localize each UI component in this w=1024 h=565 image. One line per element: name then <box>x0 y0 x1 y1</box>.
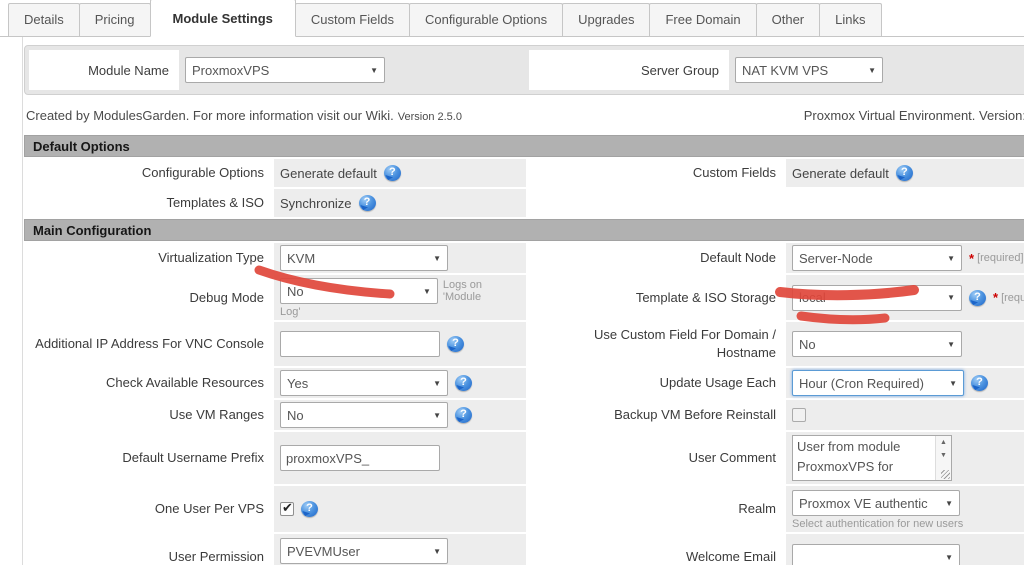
virtualization-type-label: Virtualization Type <box>24 243 272 273</box>
dropdown-arrow-icon: ▼ <box>947 293 955 302</box>
username-prefix-label: Default Username Prefix <box>24 432 272 484</box>
generate-default-link[interactable]: Generate default <box>280 166 377 181</box>
scroll-up-icon[interactable]: ▲ <box>936 436 951 449</box>
dropdown-arrow-icon: ▼ <box>947 339 955 349</box>
help-icon[interactable] <box>895 165 913 181</box>
textarea-scrollbar[interactable]: ▲ ▼ <box>935 436 951 480</box>
generate-default-link[interactable]: Generate default <box>792 166 889 181</box>
configurable-options-label: Configurable Options <box>24 159 272 187</box>
template-iso-storage-select[interactable]: local ▼ <box>792 284 962 311</box>
help-icon[interactable] <box>447 336 464 352</box>
realm-select[interactable]: Proxmox VE authentic ▼ <box>792 490 960 516</box>
template-iso-storage-label: Template & ISO Storage <box>528 275 784 320</box>
required-text: [required] <box>977 252 1024 264</box>
user-permission-label: User Permission <box>24 534 272 565</box>
required-asterisk: * <box>993 290 999 305</box>
dropdown-arrow-icon: ▼ <box>370 65 378 75</box>
dropdown-arrow-icon: ▼ <box>947 253 955 263</box>
module-version: Version 2.5.0 <box>397 111 462 123</box>
virtualization-type-select[interactable]: KVM ▼ <box>280 245 448 271</box>
help-icon[interactable] <box>971 375 988 391</box>
debug-mode-note: Log' <box>280 306 301 318</box>
tab-configurable-options[interactable]: Configurable Options <box>408 3 564 36</box>
proxmox-version-text: Proxmox Virtual Environment. Version: <box>803 108 1024 123</box>
check-resources-select[interactable]: Yes ▼ <box>280 370 448 396</box>
tab-upgrades[interactable]: Upgrades <box>562 3 651 36</box>
custom-field-domain-select[interactable]: No ▼ <box>792 331 962 357</box>
username-prefix-input[interactable] <box>280 445 440 471</box>
user-comment-label: User Comment <box>528 432 784 484</box>
tab-links[interactable]: Links <box>819 3 882 36</box>
help-icon[interactable] <box>383 165 401 181</box>
one-user-per-vps-checkbox[interactable] <box>280 500 294 516</box>
dropdown-arrow-icon: ▼ <box>422 286 431 296</box>
check-resources-label: Check Available Resources <box>24 368 272 398</box>
backup-before-reinstall-label: Backup VM Before Reinstall <box>528 400 784 430</box>
synchronize-link[interactable]: Synchronize <box>280 196 352 211</box>
custom-fields-label: Custom Fields <box>528 159 784 187</box>
dropdown-arrow-icon: ▼ <box>433 410 441 420</box>
tab-other[interactable]: Other <box>755 3 821 36</box>
server-group-select[interactable]: NAT KVM VPS ▼ <box>735 57 883 83</box>
backup-before-reinstall-checkbox[interactable] <box>792 408 806 422</box>
resize-grip-icon[interactable] <box>941 470 950 479</box>
section-default-options: Default Options <box>24 135 1024 157</box>
realm-label: Realm <box>528 486 784 532</box>
vnc-ip-input[interactable] <box>280 331 440 357</box>
welcome-email-label: Welcome Email <box>528 534 784 565</box>
one-user-per-vps-label: One User Per VPS <box>24 486 272 532</box>
server-group-label: Server Group <box>529 50 729 90</box>
debug-mode-note: Logs on 'Module <box>442 279 483 303</box>
realm-helper-text: Select authentication for new users <box>792 518 964 530</box>
templates-iso-label: Templates & ISO <box>24 189 272 217</box>
update-usage-label: Update Usage Each <box>528 368 784 398</box>
dropdown-arrow-icon: ▼ <box>433 378 441 388</box>
default-node-label: Default Node <box>528 243 784 273</box>
dropdown-arrow-icon: ▼ <box>949 378 957 388</box>
welcome-email-select[interactable]: ▼ <box>792 544 960 565</box>
tab-module-settings[interactable]: Module Settings <box>149 0 296 37</box>
help-icon[interactable] <box>358 195 376 211</box>
module-name-label: Module Name <box>29 50 179 90</box>
tab-details[interactable]: Details <box>8 3 80 36</box>
debug-mode-select[interactable]: No ▼ <box>280 278 438 304</box>
custom-field-domain-label: Use Custom Field For Domain / Hostname <box>528 322 784 366</box>
dropdown-arrow-icon: ▼ <box>945 552 953 562</box>
module-name-select[interactable]: ProxmoxVPS ▼ <box>185 57 385 83</box>
module-meta-line: Created by ModulesGarden. For more infor… <box>24 108 1024 123</box>
scroll-down-icon[interactable]: ▼ <box>936 449 951 462</box>
vm-ranges-select[interactable]: No ▼ <box>280 402 448 428</box>
user-comment-textarea[interactable]: User from module ProxmoxVPS for ▲ ▼ <box>792 435 952 481</box>
user-permission-select[interactable]: PVEVMUser ▼ <box>280 538 448 564</box>
update-usage-select[interactable]: Hour (Cron Required) ▼ <box>792 370 964 396</box>
debug-mode-label: Debug Mode <box>24 275 272 320</box>
created-by-text: Created by ModulesGarden. For more infor… <box>26 108 462 123</box>
vnc-ip-label: Additional IP Address For VNC Console <box>24 322 272 366</box>
module-settings-panel: Module Name ProxmoxVPS ▼ Server Group NA… <box>22 37 1024 565</box>
dropdown-arrow-icon: ▼ <box>868 65 876 75</box>
tab-pricing[interactable]: Pricing <box>78 3 151 36</box>
empty-cell <box>786 189 1024 217</box>
dropdown-arrow-icon: ▼ <box>433 253 441 263</box>
required-text: [required] <box>1001 291 1024 304</box>
tab-custom-fields[interactable]: Custom Fields <box>294 3 410 36</box>
module-selector-bar: Module Name ProxmoxVPS ▼ Server Group NA… <box>24 45 1024 95</box>
default-node-select[interactable]: Server-Node ▼ <box>792 245 962 271</box>
section-main-configuration: Main Configuration <box>24 219 1024 241</box>
help-icon[interactable] <box>455 407 472 423</box>
help-icon[interactable] <box>455 375 472 391</box>
empty-cell <box>528 189 784 217</box>
required-asterisk: * <box>969 250 975 266</box>
help-icon[interactable] <box>969 289 986 306</box>
tab-free-domain[interactable]: Free Domain <box>649 3 757 36</box>
dropdown-arrow-icon: ▼ <box>945 498 953 508</box>
help-icon[interactable] <box>301 501 318 517</box>
dropdown-arrow-icon: ▼ <box>433 546 441 556</box>
tab-bar: Details Pricing Module Settings Custom F… <box>0 0 1024 37</box>
settings-table: Default Options Configurable Options Gen… <box>24 135 1024 565</box>
vm-ranges-label: Use VM Ranges <box>24 400 272 430</box>
